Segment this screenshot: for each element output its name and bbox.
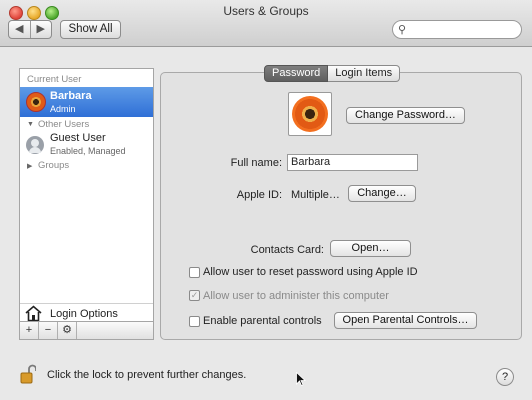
remove-user-button[interactable]: −: [39, 322, 58, 339]
tab-bar: Password Login Items: [264, 65, 401, 82]
tab-password[interactable]: Password: [264, 65, 329, 82]
guest-user-name: Guest User: [50, 132, 106, 144]
contacts-card-label: Contacts Card:: [250, 244, 324, 256]
forward-button[interactable]: ▶: [31, 21, 52, 38]
lock-message: Click the lock to prevent further change…: [47, 369, 247, 381]
allow-reset-label: Allow user to reset password using Apple…: [203, 266, 418, 278]
allow-reset-checkbox[interactable]: [189, 267, 200, 278]
sidebar-button-bar: + − ⚙: [20, 321, 153, 339]
sidebar-item-barbara[interactable]: Barbara Admin: [20, 87, 153, 117]
current-user-header: Current User: [27, 74, 82, 85]
flower-avatar-icon: [26, 92, 46, 112]
help-button[interactable]: ?: [496, 368, 514, 386]
flower-picture-icon: [292, 96, 328, 132]
tab-login-items[interactable]: Login Items: [328, 65, 401, 82]
mouse-pointer-icon: [296, 372, 306, 386]
house-icon: [25, 305, 42, 322]
change-apple-id-button[interactable]: Change…: [348, 185, 416, 202]
back-forward-control: ◀ ▶: [8, 20, 52, 39]
login-options-label: Login Options: [50, 308, 118, 320]
show-all-button[interactable]: Show All: [60, 20, 121, 39]
sidebar-item-groups[interactable]: Groups: [38, 160, 69, 171]
title-bar: Users & Groups ◀ ▶ Show All ⚲: [0, 0, 532, 47]
parental-controls-label: Enable parental controls: [203, 315, 322, 327]
guest-user-status: Enabled, Managed: [50, 146, 126, 156]
other-users-header: Other Users: [38, 119, 90, 130]
add-user-button[interactable]: +: [20, 322, 39, 339]
current-user-role: Admin: [50, 104, 76, 114]
apple-id-value: Multiple…: [291, 189, 340, 201]
search-icon: ⚲: [398, 24, 407, 36]
unlocked-lock-icon[interactable]: [20, 364, 36, 384]
disclosure-closed-icon[interactable]: ▶: [27, 162, 32, 170]
allow-admin-checkbox: ✓: [189, 290, 200, 301]
apple-id-label: Apple ID:: [236, 189, 282, 201]
user-picture[interactable]: [288, 92, 332, 136]
disclosure-open-icon[interactable]: ▼: [27, 121, 34, 128]
user-list-sidebar: Current User Barbara Admin ▼ Other Users…: [19, 68, 154, 340]
full-name-label: Full name:: [230, 157, 282, 169]
window-title: Users & Groups: [223, 4, 309, 18]
users-groups-window: Users & Groups ◀ ▶ Show All ⚲ Current Us…: [0, 0, 532, 400]
parental-controls-checkbox[interactable]: [189, 316, 200, 327]
current-user-name: Barbara: [50, 90, 92, 102]
open-contacts-card-button[interactable]: Open…: [330, 240, 411, 257]
allow-admin-label: Allow user to administer this computer: [203, 290, 389, 302]
guest-avatar-icon: [26, 136, 44, 154]
search-field[interactable]: ⚲: [392, 20, 522, 39]
full-name-field[interactable]: Barbara: [287, 154, 418, 171]
open-parental-controls-button[interactable]: Open Parental Controls…: [334, 312, 477, 329]
gear-icon[interactable]: ⚙: [58, 322, 77, 339]
change-password-button[interactable]: Change Password…: [346, 107, 465, 124]
back-button[interactable]: ◀: [9, 21, 31, 38]
